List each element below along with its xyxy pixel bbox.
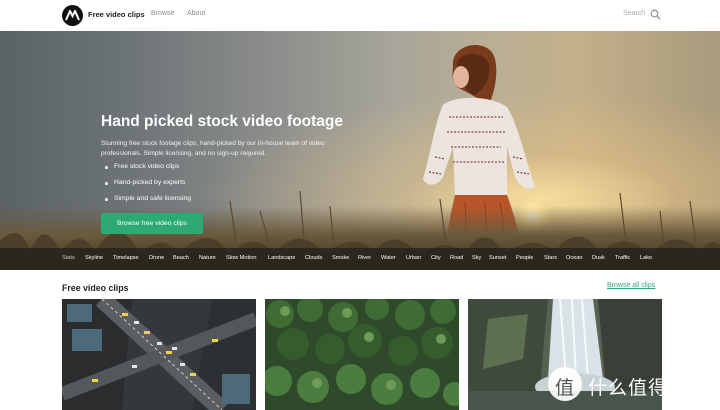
clip-thumbnail-forest[interactable]: [265, 299, 459, 410]
tag-bar: Stats Skyline Timelapse Drone Beach Natu…: [0, 248, 720, 270]
feature-item: Free stock video clips: [105, 162, 191, 178]
tag-link[interactable]: Stats: [62, 255, 75, 261]
hero-title: Hand picked stock video footage: [101, 113, 344, 130]
watermark-text: 什么值得买: [588, 377, 689, 399]
tag-link[interactable]: Urban: [406, 255, 421, 261]
brand-name[interactable]: Free video clips: [88, 10, 145, 19]
tag-link[interactable]: Beach: [173, 255, 189, 261]
tag-link[interactable]: City: [431, 255, 441, 261]
hero-banner: Hand picked stock video footage Stunning…: [0, 31, 720, 270]
search-input[interactable]: Search: [623, 10, 645, 17]
tag-link[interactable]: Stars: [544, 255, 557, 261]
watermark: 值 什么值得买: [548, 367, 718, 401]
tag-link[interactable]: People: [516, 255, 533, 261]
tag-link[interactable]: Water: [381, 255, 396, 261]
tag-link[interactable]: Dusk: [592, 255, 605, 261]
tag-link[interactable]: Traffic: [615, 255, 630, 261]
tag-link[interactable]: River: [358, 255, 371, 261]
tag-link[interactable]: Ocean: [566, 255, 582, 261]
feature-item: Simple and safe licensing: [105, 194, 191, 210]
site-logo[interactable]: [62, 5, 83, 26]
tag-link[interactable]: Lake: [640, 255, 652, 261]
watermark-logo-char: 值: [555, 377, 575, 399]
section-title: Free video clips: [62, 283, 129, 293]
clip-thumbnail-city[interactable]: [62, 299, 256, 410]
nav-browse-link[interactable]: Browse: [151, 10, 174, 17]
browse-all-link[interactable]: Browse all clips: [607, 282, 655, 289]
tag-link[interactable]: Nature: [199, 255, 216, 261]
browse-clips-button[interactable]: Browse free video clips: [101, 213, 203, 234]
tag-link[interactable]: Sky: [472, 255, 481, 261]
tag-link[interactable]: Clouds: [305, 255, 322, 261]
hero-description: Stunning free stock footage clips, hand-…: [101, 140, 325, 157]
tag-link[interactable]: Drone: [149, 255, 164, 261]
watermark-logo-icon: 值: [548, 367, 582, 401]
hero-feature-list: Free stock video clips Hand-picked by ex…: [105, 162, 191, 210]
tag-link[interactable]: Landscape: [268, 255, 295, 261]
tag-link[interactable]: Smoke: [332, 255, 349, 261]
tag-link[interactable]: Road: [450, 255, 463, 261]
tag-link[interactable]: Slow Motion: [226, 255, 256, 261]
feature-item: Hand-picked by experts: [105, 178, 191, 194]
search-icon[interactable]: [650, 9, 661, 20]
tag-link[interactable]: Skyline: [85, 255, 103, 261]
tag-link[interactable]: Sunset: [489, 255, 506, 261]
top-navbar: Free video clips Browse About Search: [0, 0, 720, 31]
logo-mark-icon: [65, 10, 80, 21]
tag-link[interactable]: Timelapse: [113, 255, 139, 261]
nav-about-link[interactable]: About: [187, 10, 205, 17]
